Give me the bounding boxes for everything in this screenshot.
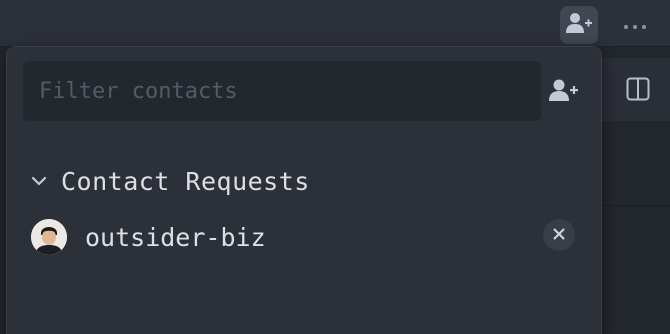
add-contact-inline-button[interactable]: [545, 75, 583, 109]
user-plus-icon: [549, 78, 579, 106]
filter-contacts-input[interactable]: [23, 61, 541, 121]
decline-request-button[interactable]: [543, 219, 575, 251]
split-pane-icon: [626, 77, 650, 105]
contact-request-row[interactable]: outsider-biz: [27, 215, 587, 259]
section-title: Contact Requests: [61, 166, 310, 196]
chevron-down-icon: [27, 169, 51, 193]
ellipsis-icon: [623, 15, 647, 34]
add-contact-button[interactable]: [560, 6, 598, 44]
more-options-button[interactable]: [614, 8, 656, 40]
close-icon: [552, 226, 566, 245]
contact-name: outsider-biz: [85, 222, 266, 252]
avatar: [31, 219, 67, 255]
contacts-popover: Contact Requests outsider-biz: [6, 46, 602, 334]
app-window: Contact Requests outsider-biz: [0, 0, 670, 334]
divider: [596, 205, 670, 206]
title-bar: [0, 0, 670, 47]
toggle-split-button[interactable]: [618, 71, 658, 111]
user-plus-icon: [566, 12, 592, 38]
contact-requests-section-header[interactable]: Contact Requests: [27, 161, 310, 201]
